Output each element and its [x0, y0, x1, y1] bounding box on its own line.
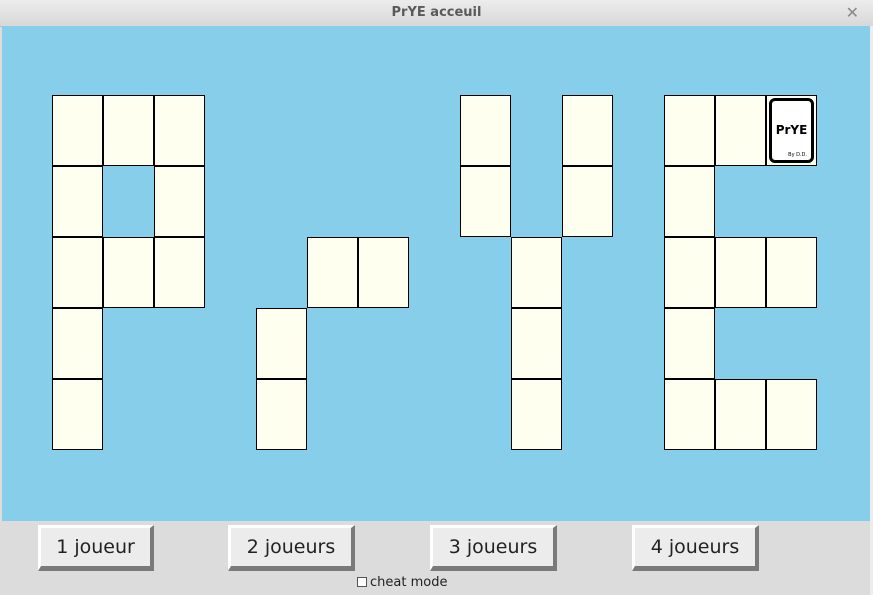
board-cell[interactable] — [715, 379, 766, 450]
board-cell[interactable] — [511, 308, 562, 379]
board-cell[interactable] — [52, 95, 103, 166]
board-cell[interactable] — [256, 379, 307, 450]
card-label: PrYE — [775, 123, 808, 137]
board-cell[interactable] — [103, 237, 154, 308]
board-cell[interactable] — [460, 95, 511, 166]
board-cell[interactable] — [766, 379, 817, 450]
close-icon[interactable]: ✕ — [846, 3, 859, 22]
board-cell[interactable] — [562, 95, 613, 166]
board-cell[interactable] — [664, 95, 715, 166]
one-player-button[interactable]: 1 joueur — [38, 525, 154, 571]
cheat-mode-option[interactable]: cheat mode — [357, 574, 447, 590]
board-cell[interactable] — [766, 237, 817, 308]
board-cell[interactable] — [358, 237, 409, 308]
board-cell[interactable] — [154, 166, 205, 237]
board-cell[interactable] — [511, 237, 562, 308]
card-author: By D.D. — [788, 152, 807, 158]
board-cell[interactable] — [664, 308, 715, 379]
board-cell[interactable] — [562, 166, 613, 237]
board-cell[interactable] — [460, 166, 511, 237]
board-cell[interactable] — [664, 379, 715, 450]
board-cell[interactable] — [664, 166, 715, 237]
four-players-button[interactable]: 4 joueurs — [632, 525, 759, 571]
board-cell[interactable] — [511, 379, 562, 450]
board-cell[interactable] — [256, 308, 307, 379]
cheat-mode-label: cheat mode — [370, 574, 448, 590]
card-face: PrYE By D.D. — [769, 98, 814, 163]
app-window: PrYE acceuil ✕ PrYE By D.D. 1 joueur 2 j… — [0, 0, 873, 595]
board-cell[interactable] — [715, 95, 766, 166]
window-title: PrYE acceuil — [391, 5, 482, 20]
board-cell[interactable] — [52, 166, 103, 237]
cheat-mode-checkbox[interactable] — [357, 577, 367, 587]
board-cell[interactable] — [154, 237, 205, 308]
prye-card[interactable]: PrYE By D.D. — [766, 95, 817, 166]
title-bar[interactable]: PrYE acceuil ✕ — [0, 0, 873, 27]
board-cell[interactable] — [715, 237, 766, 308]
board-cell[interactable] — [52, 379, 103, 450]
three-players-button[interactable]: 3 joueurs — [430, 525, 557, 571]
board-cell[interactable] — [664, 237, 715, 308]
board-cell[interactable] — [52, 308, 103, 379]
board-cell[interactable] — [103, 95, 154, 166]
board-cell[interactable] — [52, 237, 103, 308]
two-players-button[interactable]: 2 joueurs — [228, 525, 355, 571]
board-cell[interactable] — [154, 95, 205, 166]
board-cell[interactable] — [307, 237, 358, 308]
